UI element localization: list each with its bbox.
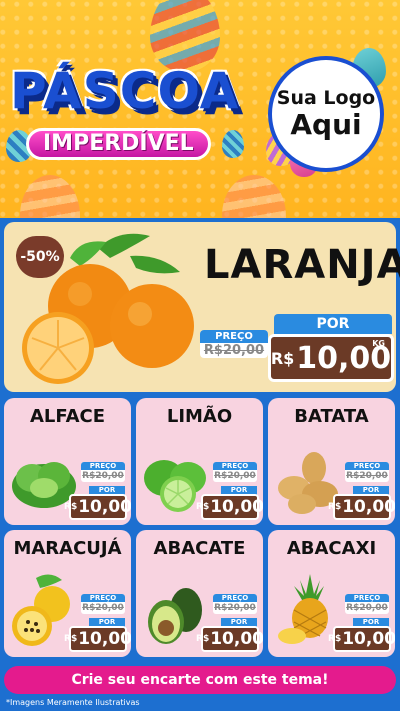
price-currency: R$ xyxy=(328,502,342,512)
product-card: MARACUJÁ PREÇO R$20,00 POR R$ 10,00 xyxy=(4,530,131,657)
logo-text-line2: Aqui xyxy=(290,108,362,141)
product-card: ABACATE PREÇO R$20,00 POR R$ 10,00 xyxy=(136,530,263,657)
price-currency: R$ xyxy=(196,502,210,512)
disclaimer-text: *Imagens Meramente Ilustrativas xyxy=(6,698,140,707)
easter-egg-decoration xyxy=(20,175,80,218)
discount-badge: -50% xyxy=(16,236,64,278)
create-flyer-button[interactable]: Crie seu encarte com este tema! xyxy=(4,666,396,694)
product-card: ALFACE PREÇO R$20,00 POR R$ 10,00 xyxy=(4,398,131,525)
product-name: ABACATE xyxy=(153,538,246,559)
old-price-tag: PREÇO R$20,00 xyxy=(345,462,389,482)
price-currency: R$ xyxy=(64,634,78,644)
old-price-tag: PREÇO R$20,00 xyxy=(81,594,125,614)
price-tag: R$ 10,00 xyxy=(328,626,395,652)
product-name: LIMÃO xyxy=(166,406,233,427)
old-price-tag: PREÇO R$20,00 xyxy=(200,330,268,358)
header-banner: PÁSCOA IMPERDÍVEL Sua Logo Aqui xyxy=(0,0,400,218)
old-price-label: PREÇO xyxy=(213,594,257,602)
price-currency: R$ xyxy=(196,634,210,644)
price-amount: 10,00 xyxy=(78,497,131,517)
old-price-tag: PREÇO R$20,00 xyxy=(81,462,125,482)
old-price-value: R$20,00 xyxy=(82,471,124,481)
featured-price-tag: R$ 10,00 KG xyxy=(268,334,394,382)
price-currency: R$ xyxy=(64,502,78,512)
price-amount: 10,00 xyxy=(78,629,131,649)
old-price-tag: PREÇO R$20,00 xyxy=(213,594,257,614)
easter-egg-decoration xyxy=(222,175,286,218)
price-tag: R$ 10,00 xyxy=(196,494,263,520)
price-unit: KG xyxy=(372,339,385,348)
price-currency: R$ xyxy=(328,634,342,644)
price-tag: R$ 10,00 xyxy=(196,626,263,652)
offers-panel: -50% LARANJA PREÇO R$20,00 POR R$ 10,00 … xyxy=(0,218,400,711)
product-name: ABACAXI xyxy=(286,538,377,559)
old-price-value: R$20,00 xyxy=(203,343,265,358)
old-price-tag: PREÇO R$20,00 xyxy=(213,462,257,482)
price-currency: R$ xyxy=(270,348,295,368)
featured-product-name: LARANJA xyxy=(204,242,400,288)
old-price-label: PREÇO xyxy=(345,594,389,602)
price-tag: R$ 10,00 xyxy=(328,494,395,520)
price-amount: 10,00 xyxy=(342,497,395,517)
old-price-label: PREÇO xyxy=(200,330,268,343)
old-price-label: PREÇO xyxy=(345,462,389,470)
price-amount: 10,00 xyxy=(210,629,263,649)
old-price-value: R$20,00 xyxy=(346,603,388,613)
product-name: ALFACE xyxy=(29,406,106,427)
page-subtitle: IMPERDÍVEL xyxy=(26,128,211,160)
old-price-label: PREÇO xyxy=(81,594,125,602)
price-amount: 10,00 xyxy=(342,629,395,649)
old-price-value: R$20,00 xyxy=(214,471,256,481)
old-price-value: R$20,00 xyxy=(346,471,388,481)
easter-egg-decoration xyxy=(222,130,244,158)
product-name: BATATA xyxy=(294,406,369,427)
price-amount: 10,00 xyxy=(210,497,263,517)
product-card: BATATA PREÇO R$20,00 POR R$ 10,00 xyxy=(268,398,395,525)
old-price-label: PREÇO xyxy=(213,462,257,470)
logo-placeholder: Sua Logo Aqui xyxy=(268,56,384,172)
old-price-value: R$20,00 xyxy=(82,603,124,613)
product-card: LIMÃO PREÇO R$20,00 POR R$ 10,00 xyxy=(136,398,263,525)
old-price-tag: PREÇO R$20,00 xyxy=(345,594,389,614)
price-tag: R$ 10,00 xyxy=(64,494,131,520)
price-tag: R$ 10,00 xyxy=(64,626,131,652)
featured-offer: -50% LARANJA PREÇO R$20,00 POR R$ 10,00 … xyxy=(4,222,400,392)
old-price-value: R$20,00 xyxy=(214,603,256,613)
page-title: PÁSCOA xyxy=(10,62,240,120)
logo-text-line1: Sua Logo xyxy=(276,87,376,109)
product-name: MARACUJÁ xyxy=(13,538,122,559)
old-price-label: PREÇO xyxy=(81,462,125,470)
por-label: POR xyxy=(274,314,392,334)
product-card: ABACAXI PREÇO R$20,00 POR R$ 10,00 xyxy=(268,530,395,657)
